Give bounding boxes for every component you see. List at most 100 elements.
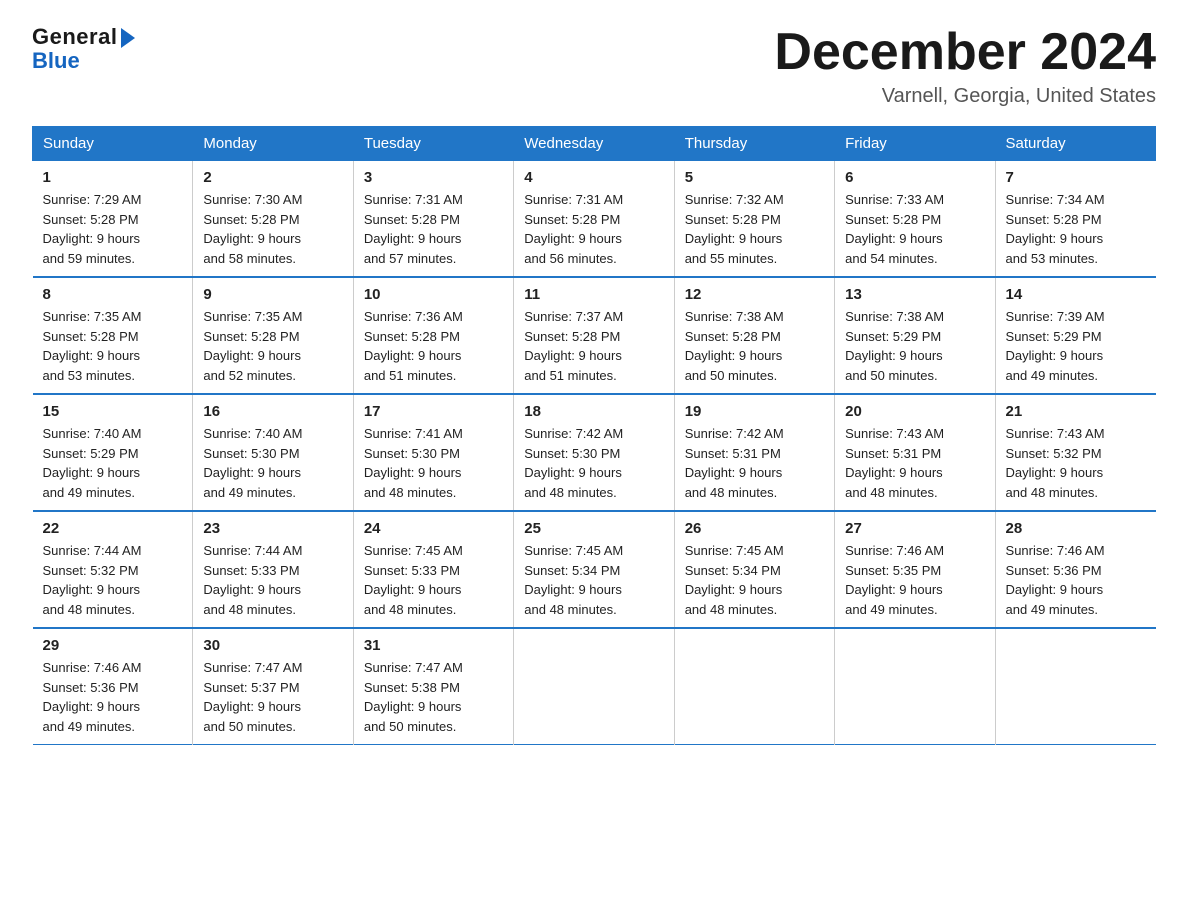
weekday-header-row: SundayMondayTuesdayWednesdayThursdayFrid…: [33, 127, 1156, 161]
calendar-cell: 30Sunrise: 7:47 AMSunset: 5:37 PMDayligh…: [193, 628, 353, 745]
weekday-header-sunday: Sunday: [33, 127, 193, 161]
day-number: 4: [524, 169, 663, 186]
day-info: Sunrise: 7:40 AMSunset: 5:30 PMDaylight:…: [203, 424, 342, 502]
day-number: 31: [364, 637, 503, 654]
day-info: Sunrise: 7:45 AMSunset: 5:34 PMDaylight:…: [685, 541, 824, 619]
day-number: 26: [685, 520, 824, 537]
logo-arrow-icon: [121, 28, 135, 48]
calendar-cell: 14 Sunrise: 7:39 AMSunset: 5:29 PMDayligh…: [995, 277, 1155, 394]
day-number: 1: [43, 169, 183, 186]
day-info: Sunrise: 7:46 AMSunset: 5:35 PMDaylight:…: [845, 541, 984, 619]
day-info: Sunrise: 7:35 AMSunset: 5:28 PMDaylight:…: [203, 307, 342, 385]
day-info: Sunrise: 7:43 AMSunset: 5:32 PMDaylight:…: [1006, 424, 1146, 502]
day-info: Sunrise: 7:31 AMSunset: 5:28 PMDaylight:…: [364, 190, 503, 268]
day-info: Sunrise: 7:41 AMSunset: 5:30 PMDaylight:…: [364, 424, 503, 502]
calendar-cell: 3 Sunrise: 7:31 AMSunset: 5:28 PMDaylight…: [353, 161, 513, 278]
calendar-cell: 2 Sunrise: 7:30 AMSunset: 5:28 PMDaylight…: [193, 161, 353, 278]
day-info: Sunrise: 7:45 AMSunset: 5:34 PMDaylight:…: [524, 541, 663, 619]
day-number: 28: [1006, 520, 1146, 537]
weekday-header-saturday: Saturday: [995, 127, 1155, 161]
day-number: 13: [845, 286, 984, 303]
day-info: Sunrise: 7:42 AMSunset: 5:31 PMDaylight:…: [685, 424, 824, 502]
day-info: Sunrise: 7:35 AMSunset: 5:28 PMDaylight:…: [43, 307, 183, 385]
calendar-cell: 17 Sunrise: 7:41 AMSunset: 5:30 PMDayligh…: [353, 394, 513, 511]
day-info: Sunrise: 7:38 AMSunset: 5:28 PMDaylight:…: [685, 307, 824, 385]
calendar-body: 1 Sunrise: 7:29 AMSunset: 5:28 PMDaylight…: [33, 161, 1156, 745]
calendar-week-5: 29 Sunrise: 7:46 AMSunset: 5:36 PMDayligh…: [33, 628, 1156, 745]
calendar-cell: 20 Sunrise: 7:43 AMSunset: 5:31 PMDayligh…: [835, 394, 995, 511]
day-number: 11: [524, 286, 663, 303]
logo-general-text: General: [32, 24, 117, 50]
calendar-cell: 12Sunrise: 7:38 AMSunset: 5:28 PMDayligh…: [674, 277, 834, 394]
day-info: Sunrise: 7:32 AMSunset: 5:28 PMDaylight:…: [685, 190, 824, 268]
calendar-week-2: 8 Sunrise: 7:35 AMSunset: 5:28 PMDaylight…: [33, 277, 1156, 394]
logo: General Blue: [32, 24, 135, 74]
logo-blue-text: Blue: [32, 48, 80, 74]
day-info: Sunrise: 7:37 AMSunset: 5:28 PMDaylight:…: [524, 307, 663, 385]
title-block: December 2024 Varnell, Georgia, United S…: [774, 24, 1156, 108]
day-number: 24: [364, 520, 503, 537]
calendar-cell: 25 Sunrise: 7:45 AMSunset: 5:34 PMDayligh…: [514, 511, 674, 628]
calendar-cell: 16Sunrise: 7:40 AMSunset: 5:30 PMDayligh…: [193, 394, 353, 511]
day-number: 27: [845, 520, 984, 537]
weekday-header-tuesday: Tuesday: [353, 127, 513, 161]
day-number: 14: [1006, 286, 1146, 303]
calendar-cell: 29 Sunrise: 7:46 AMSunset: 5:36 PMDayligh…: [33, 628, 193, 745]
calendar-cell: 15Sunrise: 7:40 AMSunset: 5:29 PMDayligh…: [33, 394, 193, 511]
day-number: 22: [43, 520, 183, 537]
weekday-header-friday: Friday: [835, 127, 995, 161]
calendar-cell: [835, 628, 995, 745]
day-number: 8: [43, 286, 183, 303]
day-number: 19: [685, 403, 824, 420]
calendar-cell: 21 Sunrise: 7:43 AMSunset: 5:32 PMDayligh…: [995, 394, 1155, 511]
day-info: Sunrise: 7:42 AMSunset: 5:30 PMDaylight:…: [524, 424, 663, 502]
day-number: 23: [203, 520, 342, 537]
day-number: 18: [524, 403, 663, 420]
day-number: 2: [203, 169, 342, 186]
day-number: 7: [1006, 169, 1146, 186]
calendar-cell: 13Sunrise: 7:38 AMSunset: 5:29 PMDayligh…: [835, 277, 995, 394]
day-number: 10: [364, 286, 503, 303]
day-number: 30: [203, 637, 342, 654]
calendar-cell: 10 Sunrise: 7:36 AMSunset: 5:28 PMDayligh…: [353, 277, 513, 394]
calendar-week-4: 22 Sunrise: 7:44 AMSunset: 5:32 PMDayligh…: [33, 511, 1156, 628]
calendar-cell: 23 Sunrise: 7:44 AMSunset: 5:33 PMDayligh…: [193, 511, 353, 628]
day-info: Sunrise: 7:44 AMSunset: 5:32 PMDaylight:…: [43, 541, 183, 619]
day-info: Sunrise: 7:46 AMSunset: 5:36 PMDaylight:…: [43, 658, 183, 736]
day-number: 3: [364, 169, 503, 186]
calendar-cell: [995, 628, 1155, 745]
day-info: Sunrise: 7:33 AMSunset: 5:28 PMDaylight:…: [845, 190, 984, 268]
calendar-cell: 1 Sunrise: 7:29 AMSunset: 5:28 PMDaylight…: [33, 161, 193, 278]
day-info: Sunrise: 7:44 AMSunset: 5:33 PMDaylight:…: [203, 541, 342, 619]
calendar-cell: 8 Sunrise: 7:35 AMSunset: 5:28 PMDaylight…: [33, 277, 193, 394]
calendar-cell: 24 Sunrise: 7:45 AMSunset: 5:33 PMDayligh…: [353, 511, 513, 628]
day-number: 17: [364, 403, 503, 420]
day-info: Sunrise: 7:36 AMSunset: 5:28 PMDaylight:…: [364, 307, 503, 385]
day-number: 25: [524, 520, 663, 537]
calendar-cell: 22 Sunrise: 7:44 AMSunset: 5:32 PMDayligh…: [33, 511, 193, 628]
calendar-cell: 19 Sunrise: 7:42 AMSunset: 5:31 PMDayligh…: [674, 394, 834, 511]
month-title: December 2024: [774, 24, 1156, 81]
day-number: 29: [43, 637, 183, 654]
day-number: 9: [203, 286, 342, 303]
day-info: Sunrise: 7:39 AMSunset: 5:29 PMDaylight:…: [1006, 307, 1146, 385]
calendar-cell: 27 Sunrise: 7:46 AMSunset: 5:35 PMDayligh…: [835, 511, 995, 628]
day-number: 5: [685, 169, 824, 186]
calendar-week-3: 15Sunrise: 7:40 AMSunset: 5:29 PMDayligh…: [33, 394, 1156, 511]
calendar-cell: [674, 628, 834, 745]
calendar-table: SundayMondayTuesdayWednesdayThursdayFrid…: [32, 126, 1156, 745]
calendar-cell: [514, 628, 674, 745]
day-number: 21: [1006, 403, 1146, 420]
day-info: Sunrise: 7:47 AMSunset: 5:38 PMDaylight:…: [364, 658, 503, 736]
day-info: Sunrise: 7:34 AMSunset: 5:28 PMDaylight:…: [1006, 190, 1146, 268]
day-info: Sunrise: 7:29 AMSunset: 5:28 PMDaylight:…: [43, 190, 183, 268]
calendar-cell: 7 Sunrise: 7:34 AMSunset: 5:28 PMDaylight…: [995, 161, 1155, 278]
location-subtitle: Varnell, Georgia, United States: [774, 85, 1156, 108]
day-info: Sunrise: 7:45 AMSunset: 5:33 PMDaylight:…: [364, 541, 503, 619]
day-number: 6: [845, 169, 984, 186]
weekday-header-wednesday: Wednesday: [514, 127, 674, 161]
day-number: 20: [845, 403, 984, 420]
day-number: 15: [43, 403, 183, 420]
day-info: Sunrise: 7:30 AMSunset: 5:28 PMDaylight:…: [203, 190, 342, 268]
day-info: Sunrise: 7:43 AMSunset: 5:31 PMDaylight:…: [845, 424, 984, 502]
